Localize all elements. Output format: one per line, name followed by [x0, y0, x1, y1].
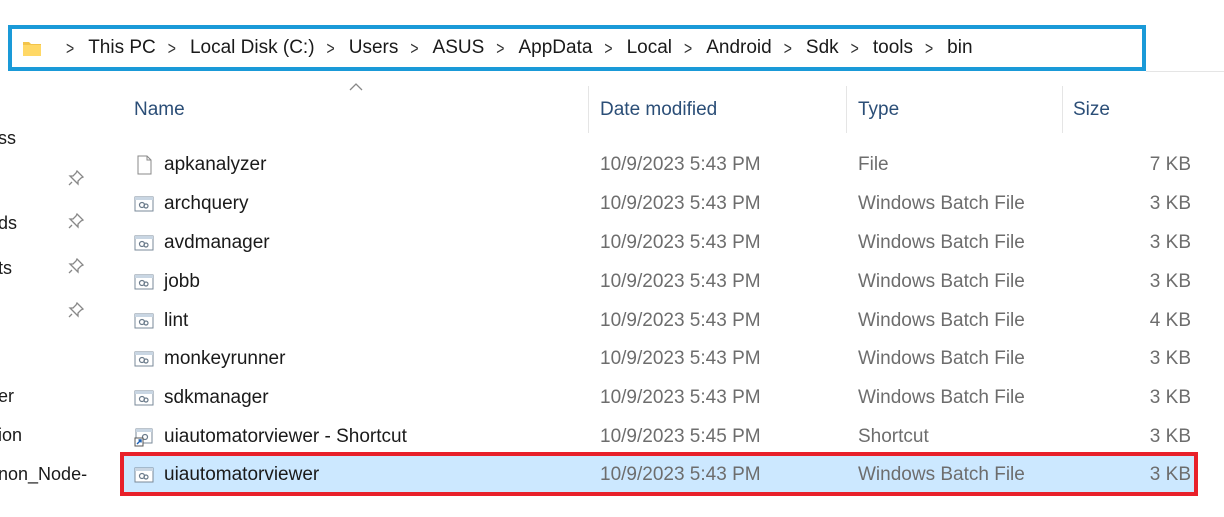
column-header-date-modified[interactable]: Date modified	[600, 86, 840, 133]
file-name: archquery	[164, 192, 249, 214]
pin-icon[interactable]	[68, 213, 84, 229]
batch-file-icon	[134, 196, 154, 211]
file-size: 7 KB	[1149, 153, 1191, 175]
column-divider[interactable]	[846, 86, 847, 133]
file-size: 3 KB	[1149, 463, 1191, 485]
chevron-right-icon[interactable]: >	[327, 38, 335, 59]
file-name: jobb	[164, 270, 200, 292]
file-type: Windows Batch File	[858, 270, 1025, 292]
pin-icon[interactable]	[68, 170, 84, 186]
batch-file-icon	[134, 313, 154, 328]
file-date: 10/9/2023 5:43 PM	[600, 231, 761, 253]
file-name: apkanalyzer	[164, 153, 267, 175]
file-type: Windows Batch File	[858, 386, 1025, 408]
blank-file-icon	[137, 155, 152, 174]
file-row-archquery[interactable]: archquery 10/9/2023 5:43 PM Windows Batc…	[122, 185, 1195, 222]
file-type: Windows Batch File	[858, 463, 1025, 485]
file-row-uiautomatorviewer-shortcut[interactable]: uiautomatorviewer - Shortcut 10/9/2023 5…	[122, 418, 1195, 455]
file-date: 10/9/2023 5:43 PM	[600, 192, 761, 214]
pin-icon[interactable]	[68, 302, 84, 318]
column-header-size[interactable]: Size	[1073, 86, 1193, 133]
column-header-name[interactable]: Name	[134, 86, 584, 133]
file-size: 3 KB	[1149, 386, 1191, 408]
pin-icon[interactable]	[68, 258, 84, 274]
chevron-right-icon[interactable]: >	[784, 38, 792, 59]
file-size: 3 KB	[1149, 270, 1191, 292]
file-date: 10/9/2023 5:43 PM	[600, 153, 761, 175]
column-header-type[interactable]: Type	[858, 86, 1058, 133]
chevron-right-icon[interactable]: >	[604, 38, 612, 59]
chevron-right-icon[interactable]: >	[925, 38, 933, 59]
file-name: sdkmanager	[164, 386, 269, 408]
breadcrumb-local-disk[interactable]: Local Disk (C:)	[190, 37, 315, 59]
file-date: 10/9/2023 5:43 PM	[600, 347, 761, 369]
file-row-avdmanager[interactable]: avdmanager 10/9/2023 5:43 PM Windows Bat…	[122, 224, 1195, 261]
chevron-right-icon[interactable]: >	[496, 38, 504, 59]
chevron-right-icon[interactable]: >	[410, 38, 418, 59]
breadcrumb-bin[interactable]: bin	[947, 37, 972, 59]
batch-file-icon	[134, 390, 154, 405]
file-name: lint	[164, 309, 189, 331]
chevron-right-icon[interactable]: >	[684, 38, 692, 59]
file-row-lint[interactable]: lint 10/9/2023 5:43 PM Windows Batch Fil…	[122, 302, 1195, 339]
breadcrumb-appdata[interactable]: AppData	[518, 37, 592, 59]
address-bar-divider	[1146, 71, 1224, 72]
file-row-uiautomatorviewer[interactable]: uiautomatorviewer 10/9/2023 5:43 PM Wind…	[122, 456, 1195, 493]
breadcrumb-users[interactable]: Users	[349, 37, 399, 59]
breadcrumb-sdk[interactable]: Sdk	[806, 37, 839, 59]
breadcrumb-android[interactable]: Android	[706, 37, 772, 59]
column-divider[interactable]	[1062, 86, 1063, 133]
nav-item-folder-3[interactable]: non_Node-	[0, 464, 87, 485]
batch-file-icon	[134, 235, 154, 250]
file-row-monkeyrunner[interactable]: monkeyrunner 10/9/2023 5:43 PM Windows B…	[122, 340, 1195, 377]
file-date: 10/9/2023 5:43 PM	[600, 270, 761, 292]
batch-file-icon	[134, 351, 154, 366]
batch-file-icon	[134, 467, 154, 482]
folder-icon	[23, 42, 41, 56]
file-size: 3 KB	[1149, 425, 1191, 447]
file-name: avdmanager	[164, 231, 270, 253]
breadcrumb-this-pc[interactable]: This PC	[88, 37, 156, 59]
address-bar[interactable]: > This PC > Local Disk (C:) > Users > AS…	[8, 25, 1146, 71]
file-row-jobb[interactable]: jobb 10/9/2023 5:43 PM Windows Batch Fil…	[122, 263, 1195, 300]
file-row-apkanalyzer[interactable]: apkanalyzer 10/9/2023 5:43 PM File 7 KB	[122, 146, 1195, 183]
file-name: monkeyrunner	[164, 347, 286, 369]
file-size: 4 KB	[1149, 309, 1191, 331]
breadcrumb-tools[interactable]: tools	[873, 37, 913, 59]
chevron-right-icon[interactable]: >	[168, 38, 176, 59]
file-size: 3 KB	[1149, 347, 1191, 369]
nav-item-folder-1[interactable]: er	[0, 386, 14, 407]
breadcrumb-asus[interactable]: ASUS	[433, 37, 485, 59]
column-divider[interactable]	[588, 86, 589, 133]
file-type: Windows Batch File	[858, 347, 1025, 369]
breadcrumb-local[interactable]: Local	[627, 37, 672, 59]
file-name: uiautomatorviewer - Shortcut	[164, 425, 407, 447]
file-date: 10/9/2023 5:45 PM	[600, 425, 761, 447]
navigation-pane: ss ds ts er ion non_Node-	[0, 90, 100, 517]
file-name: uiautomatorviewer	[164, 463, 320, 485]
shortcut-icon	[134, 428, 153, 446]
chevron-right-icon[interactable]: >	[66, 38, 74, 59]
file-type: File	[858, 153, 889, 175]
chevron-right-icon[interactable]: >	[851, 38, 859, 59]
file-date: 10/9/2023 5:43 PM	[600, 463, 761, 485]
nav-item-documents[interactable]: ts	[0, 258, 12, 279]
file-size: 3 KB	[1149, 231, 1191, 253]
file-type: Windows Batch File	[858, 231, 1025, 253]
file-type: Windows Batch File	[858, 309, 1025, 331]
file-type: Shortcut	[858, 425, 929, 447]
file-size: 3 KB	[1149, 192, 1191, 214]
nav-item-folder-2[interactable]: ion	[0, 425, 22, 446]
file-type: Windows Batch File	[858, 192, 1025, 214]
file-date: 10/9/2023 5:43 PM	[600, 386, 761, 408]
file-row-sdkmanager[interactable]: sdkmanager 10/9/2023 5:43 PM Windows Bat…	[122, 379, 1195, 416]
file-date: 10/9/2023 5:43 PM	[600, 309, 761, 331]
nav-item-downloads[interactable]: ds	[0, 213, 17, 234]
batch-file-icon	[134, 274, 154, 289]
nav-item-quick-access[interactable]: ss	[0, 128, 16, 149]
